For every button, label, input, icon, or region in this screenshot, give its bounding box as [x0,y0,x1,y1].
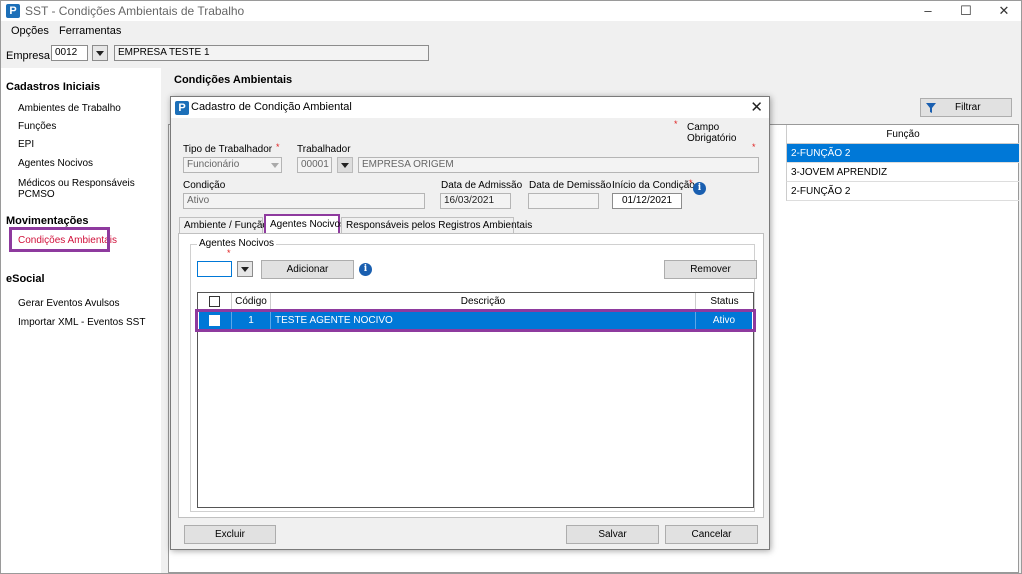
required-mark: * [752,142,756,152]
agentes-grid: Código Descrição Status 1 TESTE AGENTE N… [197,292,754,508]
required-mark: * [674,119,678,129]
grid-header-descricao: Descrição [271,293,696,310]
empresa-code-input[interactable]: 0012 [51,45,88,61]
required-mark: * [227,248,231,258]
dialog-logo-icon: P [175,101,189,115]
row-status: Ativo [712,315,736,326]
trabalhador-label: Trabalhador [297,144,351,155]
filter-button[interactable]: Filtrar [920,98,1012,117]
table-row[interactable]: 1 TESTE AGENTE NOCIVO Ativo [199,312,752,329]
sidebar-item-agentes[interactable]: Agentes Nocivos [18,158,93,169]
menu-ferramentas[interactable]: Ferramentas [59,25,121,37]
excluir-button[interactable]: Excluir [184,525,276,544]
empresa-label: Empresa: [6,50,54,62]
agente-code-input[interactable] [197,261,232,277]
tipo-trabalhador-label: Tipo de Trabalhador [183,144,273,155]
chevron-down-icon [271,163,279,168]
sidebar: Cadastros Iniciais Ambientes de Trabalho… [1,68,161,573]
dialog-title-bar: P Cadastro de Condição Ambiental ✕ [171,97,769,118]
trabalhador-name-field: EMPRESA ORIGEM [358,157,759,173]
select-all-checkbox[interactable] [209,296,220,307]
admissao-label: Data de Admissão [441,180,523,191]
maximize-icon[interactable]: ☐ [947,1,985,21]
sidebar-section-cadastros: Cadastros Iniciais [6,81,101,93]
cancelar-button[interactable]: Cancelar [665,525,758,544]
condition-dialog: P Cadastro de Condição Ambiental ✕ * Cam… [170,96,770,550]
grid-header-codigo: Código [232,293,271,310]
sidebar-section-movimentacoes: Movimentações [6,215,89,227]
condicao-field: Ativo [183,193,425,209]
title-bar: P SST - Condições Ambientais de Trabalho… [1,1,1021,21]
add-button[interactable]: Adicionar [261,260,354,279]
empresa-dropdown-button[interactable] [92,45,108,61]
empresa-name-field: EMPRESA TESTE 1 [114,45,429,61]
table-row[interactable]: 2-FUNÇÃO 2 [786,182,1019,201]
filter-icon [926,103,936,113]
sidebar-item-funcoes[interactable]: Funções [18,121,56,132]
condicao-label: Condição [183,180,226,191]
sidebar-item-importar-xml[interactable]: Importar XML - Eventos SST [18,317,145,328]
sidebar-item-epi[interactable]: EPI [18,139,34,150]
demissao-field [528,193,599,209]
required-mark: * [689,178,693,188]
window-title: SST - Condições Ambientais de Trabalho [25,4,245,18]
required-note: Campo Obrigatório [687,122,737,144]
row-select-cell [199,312,232,329]
app-logo-icon: P [6,4,20,18]
trabalhador-code-input[interactable]: 00001 [297,157,332,173]
sidebar-item-ambientes[interactable]: Ambientes de Trabalho [18,103,121,114]
dialog-title: Cadastro de Condição Ambiental [191,101,352,113]
tab-responsaveis[interactable]: Responsáveis pelos Registros Ambientais [341,217,532,233]
row-checkbox[interactable] [209,315,220,326]
grid-header-status: Status [696,293,753,310]
remove-button[interactable]: Remover [664,260,757,279]
row-codigo: 1 [232,312,271,329]
app-window: P SST - Condições Ambientais de Trabalho… [0,0,1022,574]
salvar-button[interactable]: Salvar [566,525,659,544]
tab-ambiente-funcao[interactable]: Ambiente / Função [179,217,268,233]
tab-panel: Agentes Nocivos * Adicionar i Remover Có… [178,233,764,518]
demissao-label: Data de Demissão [529,180,612,191]
admissao-field: 16/03/2021 [440,193,511,209]
row-descricao: TESTE AGENTE NOCIVO [271,312,696,329]
sidebar-item-medicos[interactable]: Médicos ou Responsáveis PCMSO [18,178,161,200]
inicio-label: Início da Condição [612,180,695,191]
menu-bar: Opções Ferramentas [1,23,1021,41]
trabalhador-dropdown-button[interactable] [337,157,353,173]
minimize-icon[interactable]: – [909,1,947,21]
agentes-groupbox: Agentes Nocivos * Adicionar i Remover Có… [190,238,757,512]
agentes-group-title: Agentes Nocivos [197,238,277,249]
menu-opcoes[interactable]: Opções [11,25,49,37]
sidebar-item-condicoes[interactable]: Condições Ambientais [18,235,117,246]
dialog-close-icon[interactable]: ✕ [750,98,763,116]
grid-header-select [198,293,232,310]
close-icon[interactable]: ✕ [985,1,1022,21]
page-title: Condições Ambientais [174,74,293,86]
required-mark: * [276,142,280,152]
filter-button-label: Filtrar [955,102,981,113]
inicio-condicao-input[interactable]: 01/12/2021 [612,193,682,209]
info-icon[interactable]: i [359,263,372,276]
info-icon[interactable]: i [693,182,706,195]
column-header-funcao: Função [786,125,1019,144]
table-row[interactable]: 2-FUNÇÃO 2 [786,144,1019,163]
table-row[interactable]: 3-JOVEM APRENDIZ [786,163,1019,182]
tipo-trabalhador-select[interactable]: Funcionário [183,157,282,173]
sidebar-section-esocial: eSocial [6,273,45,285]
agente-dropdown-button[interactable] [237,261,253,277]
sidebar-item-gerar-eventos[interactable]: Gerar Eventos Avulsos [18,298,120,309]
